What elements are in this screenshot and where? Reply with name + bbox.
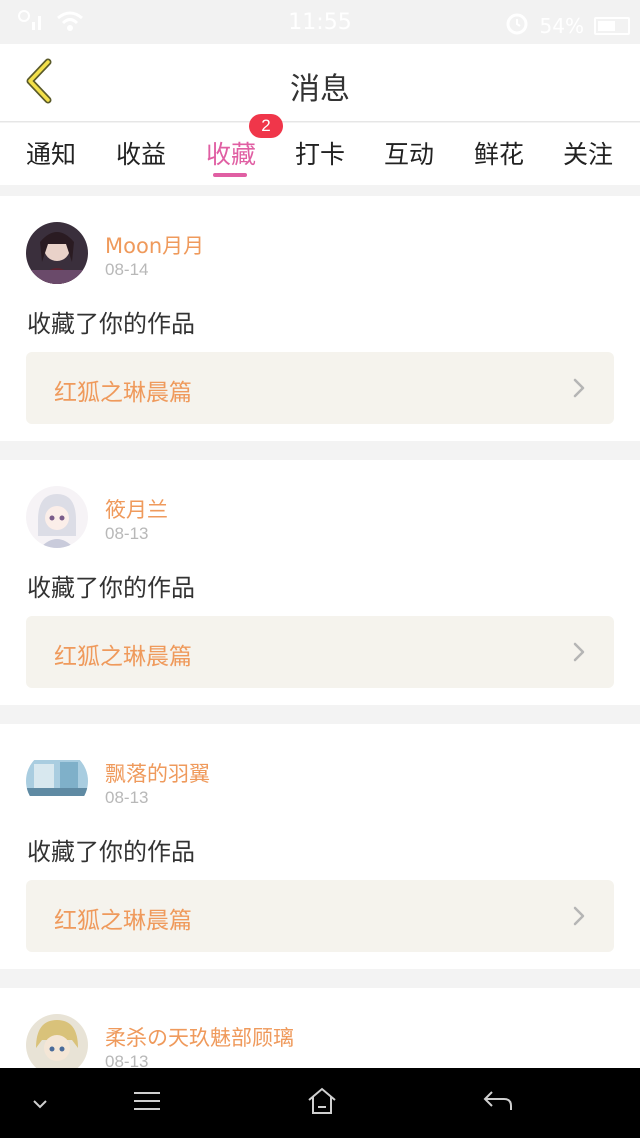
- action-text: 收藏了你的作品: [27, 838, 195, 866]
- action-text: 收藏了你的作品: [27, 574, 195, 602]
- chevron-right-icon: [572, 641, 586, 667]
- tab-earnings[interactable]: 收益: [101, 135, 181, 171]
- unread-badge: 2: [249, 114, 283, 138]
- chevron-right-icon: [572, 905, 586, 931]
- work-title: 红狐之琳晨篇: [54, 908, 192, 934]
- message-card: 筱月兰 08-13 收藏了你的作品 红狐之琳晨篇: [0, 460, 640, 705]
- message-date: 08-13: [105, 1052, 149, 1068]
- message-date: 08-14: [105, 260, 149, 279]
- message-card: 柔杀の天玖魅部顾璃 08-13: [0, 988, 640, 1068]
- menu-icon: [132, 1090, 162, 1116]
- work-link[interactable]: 红狐之琳晨篇: [26, 352, 614, 424]
- chevron-right-icon: [572, 377, 586, 403]
- tab-flowers[interactable]: 鲜花: [459, 135, 539, 171]
- message-date: 08-13: [105, 788, 149, 807]
- alarm-icon: [504, 10, 530, 41]
- work-link[interactable]: 红狐之琳晨篇: [26, 880, 614, 952]
- battery-text: 54%: [539, 13, 584, 38]
- tab-favorites[interactable]: 收藏: [191, 135, 271, 171]
- avatar[interactable]: [26, 1014, 88, 1068]
- message-card: 飘落的羽翼 08-13 收藏了你的作品 红狐之琳晨篇: [0, 724, 640, 969]
- avatar[interactable]: [26, 222, 88, 284]
- active-tab-indicator: [213, 173, 247, 177]
- message-card: Moon月月 08-14 收藏了你的作品 红狐之琳晨篇: [0, 196, 640, 441]
- message-date: 08-13: [105, 524, 149, 543]
- status-bar: 11:55 54%: [0, 0, 640, 44]
- return-icon: [482, 1089, 514, 1117]
- work-link[interactable]: 红狐之琳晨篇: [26, 616, 614, 688]
- work-title: 红狐之琳晨篇: [54, 644, 192, 670]
- home-icon: [306, 1086, 338, 1120]
- battery-icon: [594, 16, 630, 35]
- tab-checkin[interactable]: 打卡: [280, 135, 360, 171]
- status-right: 54%: [504, 10, 630, 41]
- tab-bar: 通知 收益 收藏 2 打卡 互动 鲜花 关注: [0, 114, 640, 185]
- tab-interactions[interactable]: 互动: [369, 135, 449, 171]
- back-nav-button[interactable]: [480, 1086, 516, 1120]
- action-text: 收藏了你的作品: [27, 310, 195, 338]
- tab-notifications[interactable]: 通知: [11, 135, 91, 171]
- chevron-down-icon: [32, 1094, 48, 1113]
- avatar[interactable]: [26, 486, 88, 548]
- header: 消息: [0, 44, 640, 122]
- menu-button[interactable]: [130, 1086, 164, 1120]
- system-nav-bar: [0, 1068, 640, 1138]
- avatar[interactable]: [26, 750, 88, 812]
- collapse-button[interactable]: [26, 1086, 54, 1120]
- username[interactable]: Moon月月: [105, 230, 204, 260]
- username[interactable]: 柔杀の天玖魅部顾璃: [105, 1022, 294, 1052]
- work-title: 红狐之琳晨篇: [54, 380, 192, 406]
- tab-follows[interactable]: 关注: [548, 135, 628, 171]
- home-button[interactable]: [304, 1086, 340, 1120]
- username[interactable]: 飘落的羽翼: [105, 758, 210, 788]
- username[interactable]: 筱月兰: [105, 494, 168, 524]
- page-title: 消息: [290, 72, 350, 107]
